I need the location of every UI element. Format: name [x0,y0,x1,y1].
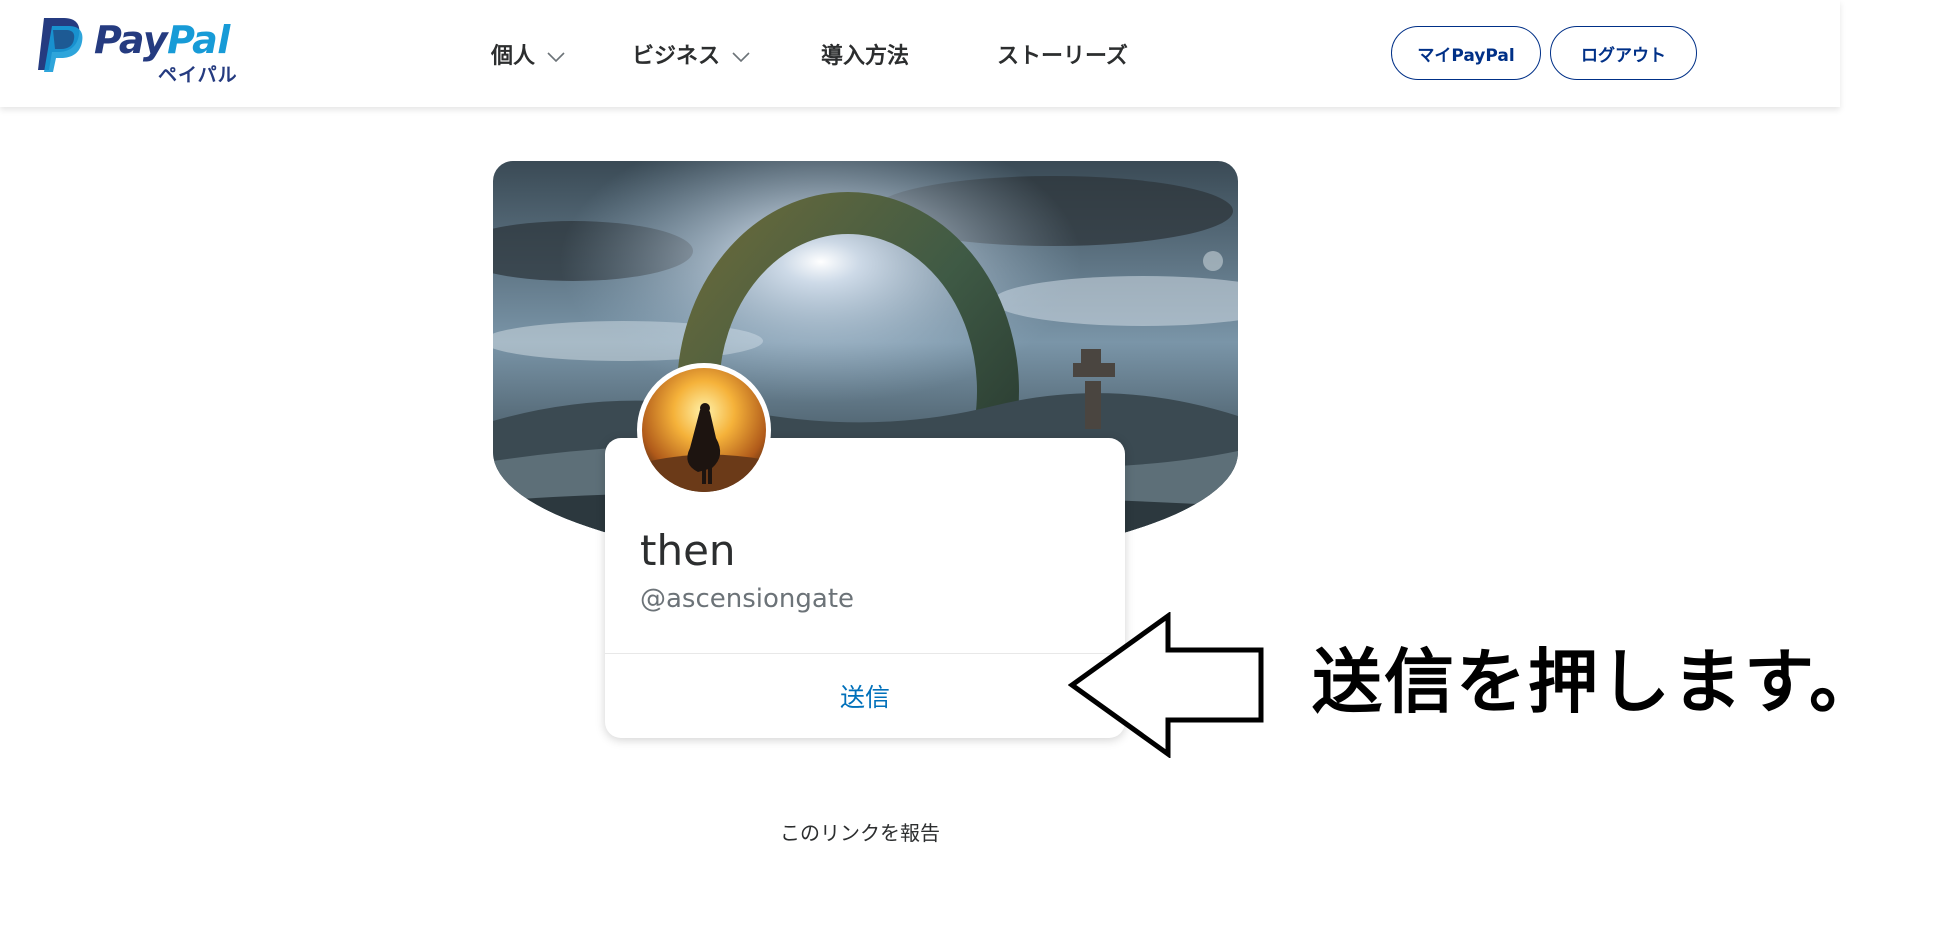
profile-handle: @ascensiongate [640,584,855,614]
paypal-logo[interactable]: PayPal ペイパル [36,14,246,86]
top-header: PayPal ペイパル 個人 ビジネス 導入方法 ストーリーズ マイPayPal… [0,0,1840,107]
chevron-down-icon [732,52,750,62]
send-button[interactable]: 送信 [605,678,1125,714]
nav-stories[interactable]: ストーリーズ [997,38,1128,70]
report-link[interactable]: このリンクを報告 [780,817,940,846]
nav-personal-label: 個人 [491,44,536,69]
card-divider [605,653,1125,654]
profile-display-name: then [640,526,736,575]
logout-button[interactable]: ログアウト [1550,26,1697,80]
profile-avatar [637,363,771,497]
nav-how-to-label: 導入方法 [821,44,910,69]
paypal-kana: ペイパル [158,64,238,86]
nav-how-to[interactable]: 導入方法 [821,38,909,70]
nav-business-label: ビジネス [632,44,721,69]
nav-personal[interactable]: 個人 [491,38,565,70]
paypal-wordmark: PayPal [94,18,230,62]
chevron-down-icon [547,52,565,62]
nav-stories-label: ストーリーズ [997,44,1128,69]
my-paypal-button[interactable]: マイPayPal [1391,26,1541,80]
nav-business[interactable]: ビジネス [632,38,750,70]
paypal-p-icon [38,18,83,72]
left-arrow-icon [1068,612,1264,758]
instruction-annotation: 送信を押します。 [1312,641,1881,723]
